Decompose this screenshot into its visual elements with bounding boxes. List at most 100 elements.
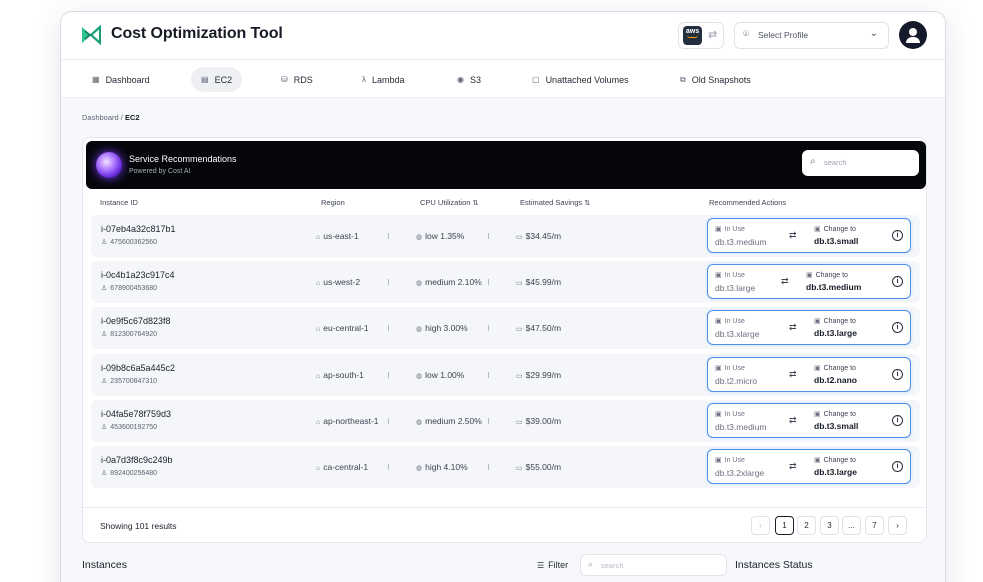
region: ⌂ ap-south-1 — [316, 369, 364, 380]
cpu-utilization: ◍ medium 2.10% — [416, 277, 482, 288]
gauge-icon: ◍ — [416, 465, 423, 472]
money-icon: ▭ — [516, 326, 523, 334]
database-icon: ⛁ — [281, 75, 288, 84]
chip-icon: ▣ — [814, 364, 821, 372]
change-to-label: ▣ Change to — [814, 364, 856, 372]
recommended-action-card[interactable]: ▣ In Use db.t2.micro ⇄ ▣ Change to db.t2.n… — [707, 356, 911, 392]
divider — [488, 371, 489, 378]
pagination-page-3[interactable]: 3 — [820, 516, 839, 535]
recommended-action-card[interactable]: ▣ In Use db.t3.medium ⇄ ▣ Change to db.t3.… — [707, 402, 911, 438]
cpu-utilization: ◍ high 4.10% — [416, 462, 468, 472]
chip-icon: ▣ — [806, 272, 813, 280]
recommended-instance-type: db.t3.large — [814, 328, 857, 339]
instances-search-input[interactable]: ⌕ search — [580, 554, 727, 576]
chip-icon: ▣ — [814, 318, 821, 326]
change-to-label: ▣ Change to — [814, 318, 856, 326]
change-to-label: ▣ Change to — [814, 457, 856, 464]
swap-icon: ⇄ — [789, 461, 797, 471]
pagination-page-7[interactable]: 7 — [865, 516, 884, 535]
change-to-label: ▣ Change to — [814, 410, 856, 418]
estimated-savings: ▭ $39.00/m — [516, 415, 562, 426]
estimated-savings: ▭ $34.45/m — [516, 231, 562, 241]
table-footer: Showing 101 results ‹ 1 2 3 ... 7 › — [83, 507, 926, 542]
recommended-instance-type: db.t3.medium — [806, 282, 862, 293]
region: ⌂ us-west-2 — [316, 277, 361, 288]
instance-id: i-0a7d3f8c9c249b — [101, 455, 173, 465]
gauge-icon: ◍ — [416, 234, 423, 241]
column-header-cpu[interactable]: CPU Utilization ⇅ — [420, 198, 478, 207]
info-icon[interactable]: i — [892, 368, 903, 380]
region: ⌂ eu-central-1 — [316, 323, 369, 334]
gauge-icon: ◍ — [416, 280, 423, 288]
divider — [488, 233, 489, 239]
info-icon[interactable]: i — [892, 414, 903, 426]
table-row[interactable]: i-04fa5e78f759d3 ♙ 453600192750 ⌂ ap-north… — [91, 399, 920, 442]
nav-item-lambda[interactable]: λ Lambda — [352, 67, 415, 92]
info-icon[interactable]: i — [892, 322, 903, 334]
search-icon: ⌕ — [810, 156, 816, 167]
user-avatar[interactable] — [899, 21, 927, 49]
pagination-page-2[interactable]: 2 — [797, 516, 816, 535]
info-icon[interactable]: i — [892, 461, 903, 472]
recommended-action-card[interactable]: ▣ In Use db.t3.medium ⇄ ▣ Change to db.t3.… — [707, 218, 911, 253]
location-icon: ⌂ — [316, 234, 321, 241]
table-row[interactable]: i-0c4b1a23c917c4 ♙ 678900453680 ⌂ us-west-… — [91, 261, 920, 304]
pagination-page-1[interactable]: 1 — [775, 516, 794, 535]
info-icon[interactable]: i — [892, 276, 903, 288]
divider — [488, 279, 489, 286]
in-use-label: ▣ In Use — [715, 318, 745, 326]
breadcrumb-parent[interactable]: Dashboard / — [82, 113, 123, 122]
breadcrumb-current: EC2 — [124, 113, 140, 122]
money-icon: ▭ — [516, 465, 523, 472]
nav-item-dashboard[interactable]: ▦ Dashboard — [82, 67, 160, 92]
pagination-next-button[interactable]: › — [888, 516, 907, 535]
in-use-label: ▣ In Use — [715, 364, 745, 372]
sort-icon: ⇅ — [472, 200, 479, 207]
nav-item-old-snapshots[interactable]: ⧉ Old Snapshots — [670, 67, 761, 92]
account-id: ♙ 812300764920 — [101, 331, 157, 339]
gauge-icon: ◍ — [416, 326, 423, 334]
instance-id: i-04fa5e78f759d3 — [101, 408, 172, 419]
current-instance-type: db.t2.micro — [715, 375, 758, 386]
column-header-savings[interactable]: Estimated Savings ⇅ — [520, 198, 590, 207]
chip-icon: ▣ — [715, 364, 722, 372]
filter-button[interactable]: ☰ Filter — [537, 560, 568, 570]
recommended-action-card[interactable]: ▣ In Use db.t3.large ⇄ ▣ Change to db.t3.m… — [707, 264, 911, 300]
info-icon[interactable]: i — [892, 230, 903, 241]
current-instance-type: db.t3.large — [715, 283, 756, 294]
column-header-region: Region — [321, 198, 345, 207]
lambda-icon: λ — [362, 75, 366, 84]
nav-item-rds[interactable]: ⛁ RDS — [271, 67, 323, 92]
account-switch-button[interactable]: aws ⇄ — [678, 22, 724, 49]
service-nav: ▦ Dashboard ▤ EC2 ⛁ RDS λ Lambda ◉ S3 ▢ Unatta… — [61, 59, 945, 98]
table-row[interactable]: i-0e9f5c67d823f8 ♙ 812300764920 ⌂ eu-centr… — [91, 307, 920, 350]
recommended-action-card[interactable]: ▣ In Use db.t3.2xlarge ⇄ ▣ Change to db.t3… — [707, 449, 911, 484]
nav-item-unattached-volumes[interactable]: ▢ Unattached Volumes — [522, 67, 639, 92]
pagination-prev-button[interactable]: ‹ — [751, 516, 770, 535]
user-icon: ♙ — [101, 470, 108, 477]
current-instance-type: db.t3.2xlarge — [715, 468, 765, 478]
divider — [488, 417, 489, 424]
swap-icon: ⇄ — [789, 230, 797, 240]
location-icon: ⌂ — [316, 326, 321, 334]
instance-id: i-09b8c6a5a445c2 — [101, 362, 176, 373]
profile-select[interactable]: ⌾ Select Profile ⌄ — [734, 22, 889, 49]
recommended-action-card[interactable]: ▣ In Use db.t3.xlarge ⇄ ▣ Change to db.t3.… — [707, 310, 911, 346]
table-row[interactable]: i-0a7d3f8c9c249b ♙ 892400256480 ⌂ ca-centr… — [91, 446, 920, 488]
estimated-savings: ▭ $47.50/m — [516, 323, 562, 334]
divider — [388, 464, 389, 470]
recommendations-search-input[interactable]: ⌕ search — [802, 150, 919, 176]
region: ⌂ ca-central-1 — [316, 462, 369, 472]
column-header-instance-id: Instance ID — [100, 198, 138, 207]
volume-icon: ▢ — [532, 75, 540, 84]
divider — [488, 464, 489, 470]
current-instance-type: db.t3.xlarge — [715, 329, 760, 340]
search-placeholder: search — [824, 158, 847, 167]
table-row[interactable]: i-07eb4a32c817b1 ♙ 475600362560 ⌂ us-east-… — [91, 215, 920, 257]
table-row[interactable]: i-09b8c6a5a445c2 ♙ 235700847310 ⌂ ap-south… — [91, 353, 920, 396]
instance-id: i-07eb4a32c817b1 — [101, 224, 176, 234]
nav-item-ec2[interactable]: ▤ EC2 — [191, 67, 243, 92]
divider — [388, 233, 389, 239]
nav-item-s3[interactable]: ◉ S3 — [447, 67, 491, 92]
account-id: ♙ 235700847310 — [101, 377, 157, 385]
